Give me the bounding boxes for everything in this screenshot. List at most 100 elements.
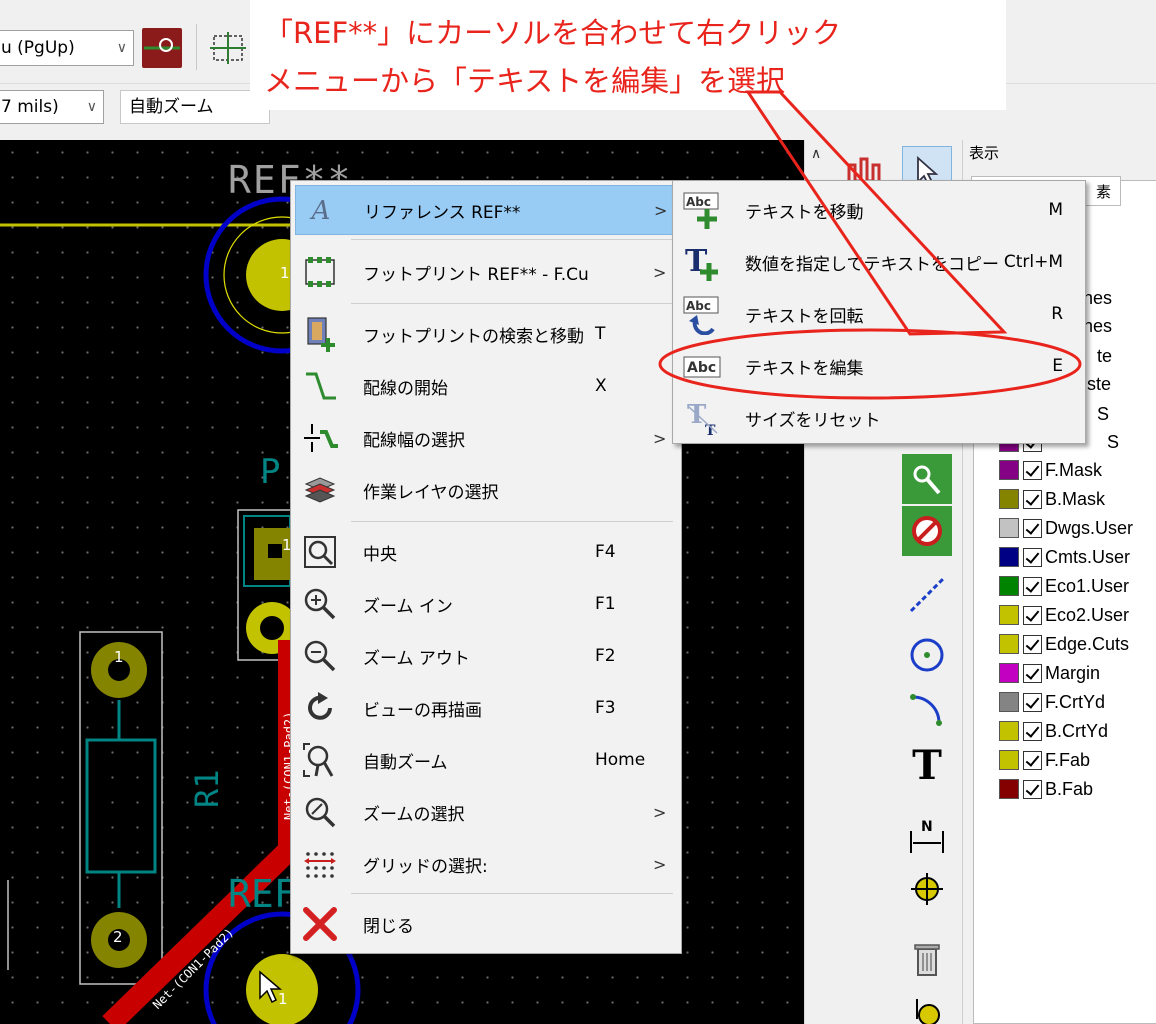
layer-row-b-crtyd[interactable]: B.CrtYd: [999, 719, 1108, 743]
layer-color-swatch[interactable]: [999, 750, 1019, 770]
layer-visibility-checkbox[interactable]: [1023, 605, 1042, 625]
layer-color-swatch[interactable]: [999, 605, 1019, 625]
submenu-arrow-icon: >: [653, 802, 667, 822]
layer-row-f-crtyd[interactable]: F.CrtYd: [999, 690, 1105, 714]
menu-item-center[interactable]: 中央 F4: [295, 527, 677, 577]
via-icon: [144, 38, 180, 52]
menu-item-reference[interactable]: A リファレンス REF** >: [295, 185, 677, 235]
layer-row-bmask[interactable]: B.Mask: [999, 487, 1105, 511]
route-icon: [913, 465, 941, 495]
menu-item-zoom-fit[interactable]: 自動ズーム Home: [295, 735, 677, 785]
scroll-up-icon[interactable]: ∧: [811, 146, 821, 162]
layer-visibility-checkbox[interactable]: [1023, 518, 1042, 538]
submenu-item-rotate-text[interactable]: Abc テキストを回転 R: [677, 289, 1081, 339]
layer-row-partial: hes: [1083, 314, 1112, 338]
layer-visibility-checkbox[interactable]: [1023, 721, 1042, 741]
layer-name: S: [1097, 403, 1110, 424]
layer-color-swatch[interactable]: [999, 663, 1019, 683]
layer-row-fmask[interactable]: F.Mask: [999, 458, 1102, 482]
layer-color-swatch[interactable]: [999, 634, 1019, 654]
layer-pair-button[interactable]: [142, 28, 182, 68]
menu-item-zoom-in[interactable]: ズーム イン F1: [295, 579, 677, 629]
redraw-icon: [301, 689, 339, 727]
layer-name: Dwgs.User: [1045, 517, 1134, 538]
menu-item-zoom-out[interactable]: ズーム アウト F2: [295, 631, 677, 681]
layer-visibility-checkbox[interactable]: [1023, 692, 1042, 712]
pad-hole: [268, 544, 282, 558]
layer-visibility-checkbox[interactable]: [1023, 460, 1042, 480]
add-circle-button[interactable]: [902, 630, 952, 680]
mouse-cursor-icon: [259, 970, 283, 1004]
zoom-select[interactable]: 自動ズーム: [120, 90, 270, 124]
pad-number: 1: [280, 264, 290, 282]
layer-row-partial: hes: [1083, 286, 1112, 310]
layer-row-f-fab[interactable]: F.Fab: [999, 748, 1090, 772]
menu-item-work-layer[interactable]: 作業レイヤの選択: [295, 465, 677, 515]
ref-label-bottom[interactable]: REF: [228, 872, 297, 916]
layer-color-swatch[interactable]: [999, 547, 1019, 567]
layer-row-b-fab[interactable]: B.Fab: [999, 777, 1093, 801]
submenu-item-move-text[interactable]: Abc テキストを移動 M: [677, 185, 1081, 235]
layer-color-swatch[interactable]: [999, 489, 1019, 509]
menu-item-grid-select[interactable]: グリッドの選択: >: [295, 839, 677, 889]
layer-row-margin[interactable]: Margin: [999, 661, 1100, 685]
layer-color-swatch[interactable]: [999, 721, 1019, 741]
tab-label: 素: [1096, 183, 1112, 201]
submenu-item-copy-text[interactable]: T 数値を指定してテキストをコピー Ctrl+M: [677, 237, 1081, 287]
add-line-button[interactable]: [902, 570, 952, 620]
layer-row-dwgs-user[interactable]: Dwgs.User: [999, 516, 1133, 540]
add-via-button[interactable]: [902, 454, 952, 504]
layer-visibility-checkbox[interactable]: [1023, 750, 1042, 770]
close-x-icon: [301, 905, 339, 943]
place-target-button[interactable]: [902, 864, 952, 914]
layer-row-eco2-user[interactable]: Eco2.User: [999, 603, 1129, 627]
toolbar-divider: [196, 24, 197, 70]
submenu-item-edit-text[interactable]: Abc テキストを編集 E: [677, 341, 1081, 391]
menu-item-zoom-select[interactable]: ズームの選択 >: [295, 787, 677, 837]
menu-shortcut: F1: [595, 594, 616, 614]
add-dimension-button[interactable]: N: [902, 812, 952, 862]
layer-select[interactable]: u (PgUp) ∨: [0, 30, 134, 66]
grid-origin-tool-button[interactable]: [902, 994, 952, 1024]
layer-visibility-checkbox[interactable]: [1023, 547, 1042, 567]
grid-select[interactable]: 7 mils) ∨: [0, 90, 104, 124]
layer-color-swatch[interactable]: [999, 779, 1019, 799]
menu-item-label: 配線幅の選択: [363, 430, 465, 451]
layer-color-swatch[interactable]: [999, 518, 1019, 538]
layer-visibility-checkbox[interactable]: [1023, 663, 1042, 683]
layer-visibility-checkbox[interactable]: [1023, 779, 1042, 799]
layer-visibility-checkbox[interactable]: [1023, 576, 1042, 596]
grid-origin-button[interactable]: [208, 28, 248, 68]
menu-shortcut: Ctrl+M: [1003, 252, 1063, 272]
layer-color-swatch[interactable]: [999, 460, 1019, 480]
delete-button[interactable]: [902, 934, 952, 984]
menu-item-footprint[interactable]: フットプリント REF** - F.Cu >: [295, 247, 677, 297]
menu-shortcut: F2: [595, 646, 616, 666]
layer-visibility-checkbox[interactable]: [1023, 634, 1042, 654]
menu-item-label: 閉じる: [363, 916, 414, 937]
layer-row-edge-cuts[interactable]: Edge.Cuts: [999, 632, 1129, 656]
layer-visibility-checkbox[interactable]: [1023, 489, 1042, 509]
layer-name: S: [1107, 431, 1120, 452]
menu-item-close[interactable]: 閉じる: [295, 899, 677, 949]
menu-item-find-move-footprint[interactable]: フットプリントの検索と移動 T: [295, 309, 677, 359]
route-track-icon: [301, 367, 339, 405]
svg-text:Abc: Abc: [686, 299, 711, 313]
layer-row-cmts-user[interactable]: Cmts.User: [999, 545, 1130, 569]
submenu-item-reset-size[interactable]: TT サイズをリセット: [677, 393, 1081, 443]
menu-item-track-width[interactable]: 配線幅の選択 >: [295, 413, 677, 463]
menu-item-route-track[interactable]: 配線の開始 X: [295, 361, 677, 411]
add-arc-button[interactable]: [902, 684, 952, 734]
text-copy-icon: T: [683, 243, 723, 283]
menu-shortcut: M: [1048, 200, 1063, 220]
layer-color-swatch[interactable]: [999, 692, 1019, 712]
keepout-button[interactable]: [902, 506, 952, 556]
layer-row-eco1-user[interactable]: Eco1.User: [999, 574, 1129, 598]
add-text-button[interactable]: T: [902, 740, 952, 790]
annotation-line-2: メニューから「テキストを編集」を選択: [264, 64, 786, 98]
submenu-item-label: テキストを編集: [745, 358, 864, 379]
layer-color-swatch[interactable]: [999, 576, 1019, 596]
dashed-line-icon: [909, 577, 945, 613]
menu-item-redraw[interactable]: ビューの再描画 F3: [295, 683, 677, 733]
layer-name: B.Fab: [1045, 778, 1094, 799]
